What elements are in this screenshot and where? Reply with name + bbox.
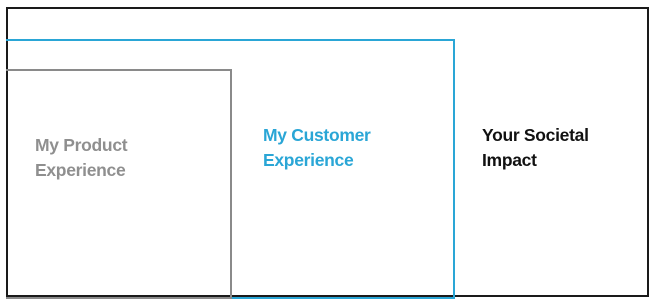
societal-impact-label-line2: Impact [482, 150, 537, 170]
product-experience-label-line2: Experience [35, 160, 126, 180]
customer-experience-label-line1: My Customer [263, 125, 371, 145]
product-experience-label-line1: My Product [35, 135, 128, 155]
product-experience-frame [6, 69, 232, 299]
societal-impact-label: Your Societal Impact [482, 123, 589, 173]
customer-experience-label-line2: Experience [263, 150, 354, 170]
customer-experience-label: My Customer Experience [263, 123, 371, 173]
societal-impact-label-line1: Your Societal [482, 125, 589, 145]
product-experience-label: My Product Experience [35, 133, 128, 183]
